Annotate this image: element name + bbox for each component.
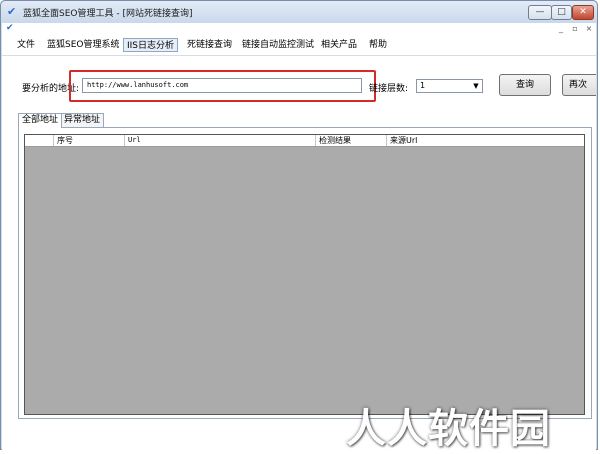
col-source-url[interactable]: 来源Url xyxy=(387,135,584,146)
grid-header: 序号 Url 检测结果 来源Url xyxy=(25,135,584,147)
window-title: 蓝狐全面SEO管理工具 - [网站死链接查询] xyxy=(23,9,193,19)
tab-all-addresses[interactable]: 全部地址 xyxy=(18,113,63,128)
col-url[interactable]: Url xyxy=(125,135,316,146)
menu-help[interactable]: 帮助 xyxy=(366,38,390,52)
mdi-bar: ✔ _ ▫ × xyxy=(2,23,596,35)
app-window: ✔ 蓝狐全面SEO管理工具 - [网站死链接查询] — □ ✕ ✔ _ ▫ × … xyxy=(0,0,598,452)
highlight-box xyxy=(69,70,376,102)
tab-abnormal-addresses[interactable]: 异常地址 xyxy=(60,113,105,127)
mdi-restore-button[interactable]: ▫ xyxy=(569,23,581,34)
menu-related-products[interactable]: 相关产品 xyxy=(318,38,360,52)
title-bar[interactable]: ✔ 蓝狐全面SEO管理工具 - [网站死链接查询] — □ ✕ xyxy=(1,1,597,23)
close-button[interactable]: ✕ xyxy=(572,5,594,20)
maximize-button[interactable]: □ xyxy=(551,5,572,20)
mdi-close-button[interactable]: × xyxy=(583,23,595,34)
col-check-result[interactable]: 检测结果 xyxy=(316,135,387,146)
depth-label: 链接层数: xyxy=(369,84,409,94)
chevron-down-icon[interactable]: ▼ xyxy=(471,81,481,91)
menu-link-monitor[interactable]: 链接自动监控测试 xyxy=(239,38,317,52)
depth-select[interactable]: 1 ▼ xyxy=(416,79,483,93)
app-logo-icon: ✔ xyxy=(7,5,17,18)
query-button[interactable]: 查询 xyxy=(499,74,551,96)
results-grid[interactable]: 序号 Url 检测结果 来源Url xyxy=(24,134,585,415)
col-index[interactable]: 序号 xyxy=(54,135,125,146)
main-panel: 要分析的地址: http://www.lanhusoft.com 链接层数: 1… xyxy=(2,56,596,450)
menu-dead-link-query[interactable]: 死链接查询 xyxy=(184,38,235,52)
mdi-child-icon: ✔ xyxy=(6,23,14,33)
menu-bar: 文件 蓝狐SEO管理系统 IIS日志分析 死链接查询 链接自动监控测试 相关产品… xyxy=(2,35,596,56)
mdi-minimize-button[interactable]: _ xyxy=(555,23,567,34)
col-row-header[interactable] xyxy=(25,135,54,146)
query-again-button[interactable]: 再次 xyxy=(562,74,596,96)
menu-iis-log-analysis[interactable]: IIS日志分析 xyxy=(123,38,179,52)
depth-select-value: 1 xyxy=(420,81,426,90)
minimize-button[interactable]: — xyxy=(528,5,552,20)
menu-file[interactable]: 文件 xyxy=(14,38,38,52)
watermark-text: 人人软件园 xyxy=(346,406,551,452)
menu-seo-system[interactable]: 蓝狐SEO管理系统 xyxy=(44,38,122,52)
